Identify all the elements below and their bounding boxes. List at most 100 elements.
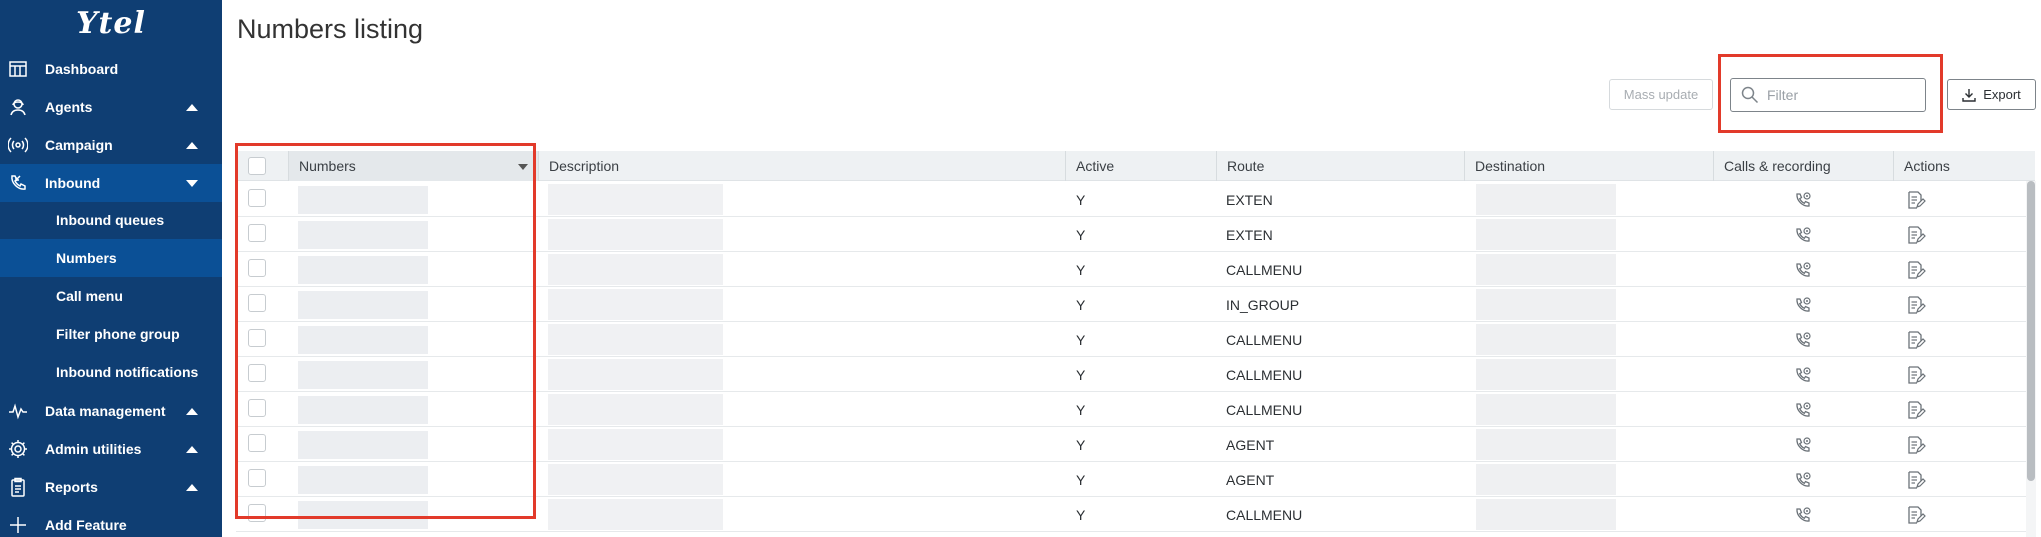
route-cell: EXTEN (1226, 226, 1273, 243)
call-recording-icon[interactable] (1793, 190, 1813, 210)
destination-cell (1476, 462, 1706, 497)
edit-icon[interactable] (1906, 330, 1926, 350)
edit-icon[interactable] (1906, 365, 1926, 385)
ytel-logo[interactable]: Ytel (0, 0, 222, 46)
redacted-description (548, 359, 723, 390)
redacted-destination (1476, 429, 1616, 460)
sidebar-subitem-inbound-notifications[interactable]: Inbound notifications (0, 353, 222, 391)
phone-incoming-icon (8, 173, 28, 193)
sidebar-item-data-management[interactable]: Data management (0, 392, 222, 430)
logo-text: Ytel (76, 5, 146, 41)
mass-update-button[interactable]: Mass update (1609, 79, 1713, 110)
sidebar-subitem-label: Numbers (56, 250, 117, 266)
sidebar-subitem-inbound-queues[interactable]: Inbound queues (0, 201, 222, 239)
destination-cell (1476, 217, 1706, 252)
column-header-calls-recording[interactable]: Calls & recording (1713, 151, 1893, 181)
edit-icon[interactable] (1906, 260, 1926, 280)
chevron-up-icon (186, 104, 198, 111)
table-scrollbar-thumb[interactable] (2027, 181, 2035, 481)
description-cell (548, 497, 948, 532)
redacted-destination (1476, 499, 1616, 530)
export-button[interactable]: Export (1947, 79, 2036, 110)
edit-icon[interactable] (1906, 295, 1926, 315)
active-cell: Y (1076, 506, 1086, 523)
route-cell: CALLMENU (1226, 401, 1303, 418)
column-header-label: Description (549, 158, 620, 174)
route-cell: CALLMENU (1226, 366, 1303, 383)
redacted-description (548, 499, 723, 530)
sidebar-item-inbound[interactable]: Inbound (0, 164, 222, 202)
edit-icon[interactable] (1906, 435, 1926, 455)
column-header-label: Active (1076, 158, 1115, 174)
chevron-down-icon (186, 180, 198, 187)
sidebar-item-campaign[interactable]: Campaign (0, 126, 222, 164)
redacted-destination (1476, 394, 1616, 425)
column-header-route[interactable]: Route (1216, 151, 1464, 181)
call-recording-icon[interactable] (1793, 365, 1813, 385)
chevron-up-icon (186, 408, 198, 415)
sidebar-item-label: Dashboard (45, 61, 119, 77)
sidebar-item-label: Campaign (45, 137, 113, 153)
call-recording-icon[interactable] (1793, 400, 1813, 420)
column-header-destination[interactable]: Destination (1464, 151, 1713, 181)
route-cell: AGENT (1226, 471, 1275, 488)
call-recording-icon[interactable] (1793, 295, 1813, 315)
call-recording-icon[interactable] (1793, 225, 1813, 245)
download-icon (1962, 88, 1976, 102)
destination-cell (1476, 357, 1706, 392)
call-recording-icon[interactable] (1793, 435, 1813, 455)
column-header-label: Calls & recording (1724, 158, 1831, 174)
chevron-up-icon (186, 446, 198, 453)
route-cell: IN_GROUP (1226, 296, 1300, 313)
sidebar-subitem-call-menu[interactable]: Call menu (0, 277, 222, 315)
column-header-description[interactable]: Description (538, 151, 1065, 181)
sidebar-item-label: Data management (45, 403, 166, 419)
redacted-destination (1476, 289, 1616, 320)
destination-cell (1476, 252, 1706, 287)
redacted-destination (1476, 464, 1616, 495)
sidebar: Ytel Dashboard Agents Campaign Inbound I… (0, 0, 222, 537)
call-recording-icon[interactable] (1793, 470, 1813, 490)
sidebar-item-reports[interactable]: Reports (0, 468, 222, 506)
sidebar-item-dashboard[interactable]: Dashboard (0, 50, 222, 88)
page-title: Numbers listing (237, 14, 424, 44)
call-recording-icon[interactable] (1793, 330, 1813, 350)
redacted-description (548, 254, 723, 285)
route-cell: CALLMENU (1226, 261, 1303, 278)
sidebar-item-admin-utilities[interactable]: Admin utilities (0, 430, 222, 468)
sidebar-subitem-label: Inbound notifications (56, 364, 199, 380)
column-header-actions: Actions (1893, 151, 2035, 181)
active-cell: Y (1076, 261, 1086, 278)
redacted-description (548, 464, 723, 495)
app-window: Ytel Dashboard Agents Campaign Inbound I… (0, 0, 2041, 537)
highlight-box-numbers (235, 143, 536, 519)
description-cell (548, 392, 948, 427)
edit-icon[interactable] (1906, 225, 1926, 245)
column-header-active[interactable]: Active (1065, 151, 1216, 181)
redacted-description (548, 394, 723, 425)
sidebar-item-label: Admin utilities (45, 441, 142, 457)
description-cell (548, 357, 948, 392)
active-cell: Y (1076, 436, 1086, 453)
sidebar-subitem-filter-phone-group[interactable]: Filter phone group (0, 315, 222, 353)
edit-icon[interactable] (1906, 505, 1926, 525)
redacted-destination (1476, 359, 1616, 390)
edit-icon[interactable] (1906, 190, 1926, 210)
active-cell: Y (1076, 331, 1086, 348)
sidebar-item-add-feature[interactable]: Add Feature (0, 506, 222, 537)
sidebar-subitem-numbers[interactable]: Numbers (0, 239, 222, 277)
sidebar-subitem-label: Filter phone group (56, 326, 180, 342)
call-recording-icon[interactable] (1793, 260, 1813, 280)
sidebar-item-agents[interactable]: Agents (0, 88, 222, 126)
destination-cell (1476, 322, 1706, 357)
active-cell: Y (1076, 401, 1086, 418)
call-recording-icon[interactable] (1793, 505, 1813, 525)
redacted-description (548, 429, 723, 460)
redacted-description (548, 219, 723, 250)
route-cell: CALLMENU (1226, 331, 1303, 348)
edit-icon[interactable] (1906, 400, 1926, 420)
description-cell (548, 287, 948, 322)
route-cell: CALLMENU (1226, 506, 1303, 523)
edit-icon[interactable] (1906, 470, 1926, 490)
description-cell (548, 182, 948, 217)
